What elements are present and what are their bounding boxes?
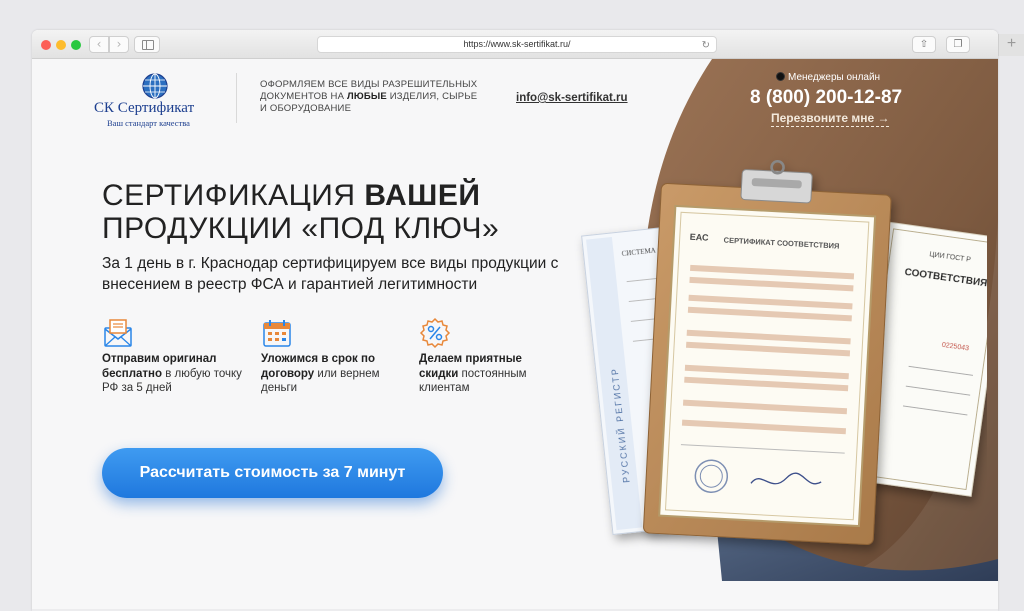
email-link[interactable]: info@sk-sertifikat.ru [516,92,628,104]
feature-text: Уложимся в срок по договору или вернем д… [261,353,380,394]
phone-number[interactable]: 8 (800) 200-12-87 [750,87,902,109]
feature-free-delivery: Отправим оригинал бесплатно в любую точк… [102,317,242,394]
maximize-window-button[interactable] [71,40,81,50]
callback-link[interactable]: Перезвоните мне → [771,111,890,127]
hero-title: СЕРТИФИКАЦИЯ ВАШЕЙ ПРОДУКЦИИ «ПОД КЛЮЧ» [102,179,500,245]
hero-description: За 1 день в г. Краснодар сертифицируем в… [102,255,559,293]
header-divider [236,73,237,123]
close-window-button[interactable] [41,40,51,50]
logo-subtitle: Ваш стандарт качества [107,118,190,128]
new-tab-button[interactable]: + [998,34,1024,56]
managers-online-status: Менеджеры онлайн [776,72,880,83]
feature-discounts: Делаем приятные скидки постоянным клиент… [419,317,527,394]
calendar-icon [263,320,291,347]
sidebar-toggle-icon[interactable] [134,36,160,53]
back-button[interactable]: ‹ [89,36,109,53]
reload-icon[interactable]: ↻ [702,38,710,53]
minimize-window-button[interactable] [56,40,66,50]
browser-window: ‹ › https://www.sk-sertifikat.ru/ ↻ ⇧ ❐ [32,30,998,611]
address-bar[interactable]: https://www.sk-sertifikat.ru/ ↻ [317,36,717,53]
feature-text: Делаем приятные скидки постоянным клиент… [419,353,527,394]
certificates-clipboard-image: ЦИИ ГОСТ Р СООТВЕТСТВИЯ 0225043 РУССКИЙ … [581,160,987,545]
globe-icon [142,73,168,99]
logo-title: СК Сертификат [94,100,195,116]
share-icon[interactable]: ⇧ [912,36,936,53]
feature-deadline: Уложимся в срок по договору или вернем д… [261,317,380,394]
envelope-icon [104,319,132,347]
feature-text: Отправим оригинал бесплатно в любую точк… [102,353,242,394]
online-indicator-icon [776,72,785,81]
web-page: СК Сертификат Ваш стандарт качества ОФОР… [32,59,998,611]
browser-toolbar: ‹ › https://www.sk-sertifikat.ru/ ↻ ⇧ ❐ [32,30,998,59]
discount-icon [419,317,451,349]
url-text: https://www.sk-sertifikat.ru/ [463,39,571,49]
forward-button[interactable]: › [109,36,129,53]
calculate-cost-button[interactable]: Рассчитать стоимость за 7 минут [102,448,443,498]
svg-text:ЕАС: ЕАС [690,232,710,243]
header-tagline: ОФОРМЛЯЕМ ВСЕ ВИДЫ РАЗРЕШИТЕЛЬНЫХ ДОКУМЕ… [260,79,478,114]
tabs-overview-icon[interactable]: ❐ [946,36,970,53]
